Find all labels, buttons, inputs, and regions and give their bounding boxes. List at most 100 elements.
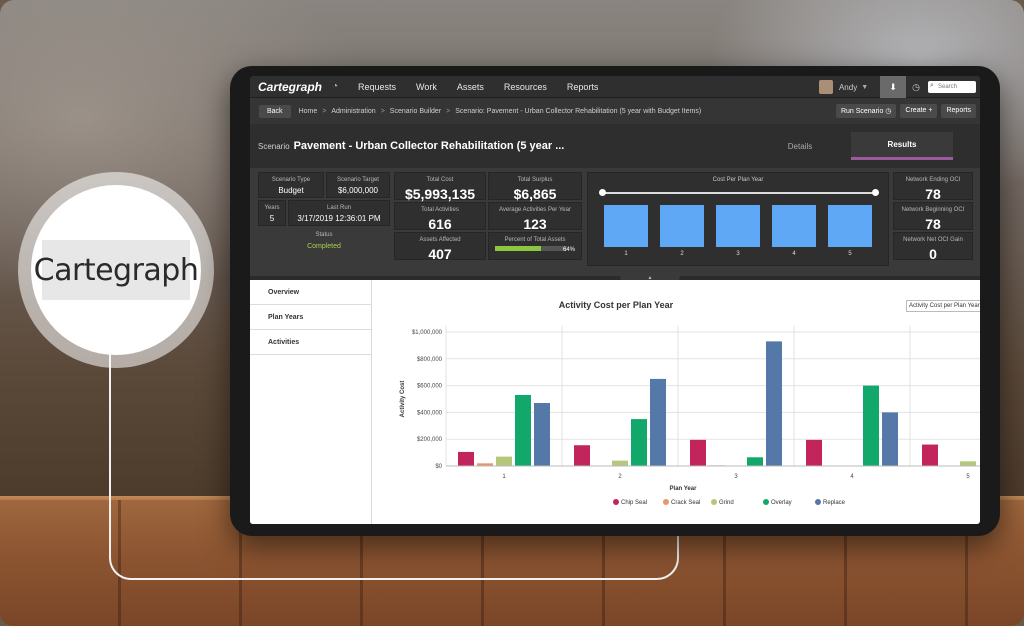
reports-button[interactable]: Reports [941,104,976,118]
years-value: 5 [269,214,275,223]
activity-cost-bar-chart: $0 $200,000 $400,000 $600,000 $800,000 $1,000… [400,326,980,506]
y-tick-label: $200,000 [417,437,443,443]
ending-oci-value: 78 [925,186,941,202]
legend-label[interactable]: Crack Seal [671,500,700,506]
scenario-tabs: Details Results [749,132,953,160]
legend-marker[interactable] [663,499,669,505]
net-oci-card: Network Net OCI Gain 0 [893,232,973,262]
run-scenario-button[interactable]: Run Scenario ◷ [835,104,897,118]
bar-grind[interactable] [612,460,628,466]
breadcrumb-scenario-builder[interactable]: Scenario Builder [390,108,441,115]
legend-label[interactable]: Overlay [771,500,792,506]
bar-chip-seal[interactable] [574,445,590,466]
legend-marker[interactable] [763,499,769,505]
slider-handle-start[interactable] [599,189,606,196]
breadcrumb-separator: > [380,107,385,115]
status-label: Status [315,232,333,238]
breadcrumb-administration[interactable]: Administration [331,108,375,115]
bar-replace[interactable] [650,378,666,466]
bar-grind[interactable] [496,456,512,466]
x-tick-label: 2 [618,474,622,480]
brand-logo[interactable]: Cartegraph [258,80,332,94]
year-range-slider[interactable] [599,189,879,196]
nav-resources[interactable]: Resources [504,82,547,92]
breadcrumb-current: Scenario: Pavement - Urban Collector Reh… [455,107,702,115]
legend-marker[interactable] [711,499,717,505]
tab-results[interactable]: Results [851,132,953,160]
bar-chip-seal[interactable] [922,444,938,466]
activity-cost-chart-panel: Activity Cost per Plan Year Activity Cos… [372,280,980,524]
scenario-actions: Run Scenario ◷ Create + Reports [835,104,980,118]
scenario-target-label: Scenario Target [337,177,379,183]
mini-chart-bar[interactable] [716,205,760,247]
avg-activities-card: Average Activities Per Year 123 [488,202,582,232]
legend-label[interactable]: Chip Seal [621,500,647,506]
tablet-device: Cartegraph ◔ Requests Work Assets Resour… [230,66,1000,536]
results-left-nav: Overview Plan Years Activities [250,280,372,524]
assets-affected-value: 407 [428,246,452,262]
legend-marker[interactable] [815,499,821,505]
percent-assets-progress [495,246,567,251]
mini-chart-bar[interactable] [660,205,704,247]
left-nav-activities[interactable]: Activities [250,330,371,355]
beginning-oci-value: 78 [925,216,941,232]
chevron-down-icon[interactable]: ▼ [861,84,868,91]
run-scenario-label: Run Scenario [840,108,884,115]
status-badge: Completed [307,243,341,250]
bar-overlay[interactable] [631,419,647,466]
breadcrumb-separator: > [322,107,327,115]
plus-icon: + [928,107,933,114]
beginning-oci-card: Network Beginning OCI 78 [893,202,973,232]
legend-label[interactable]: Replace [823,500,846,506]
bar-chip-seal[interactable] [806,439,822,466]
page-title: Pavement - Urban Collector Rehabilitatio… [293,140,565,152]
y-tick-label: $800,000 [417,357,443,363]
left-nav-overview[interactable]: Overview [250,280,371,305]
bar-overlay[interactable] [863,385,879,466]
breadcrumb-home[interactable]: Home [299,108,318,115]
legend-label[interactable]: Grind [719,500,734,506]
search-input[interactable]: ⌕ Search [928,81,976,93]
bar-chip-seal[interactable] [690,439,706,466]
mini-chart-tick-label: 5 [848,251,852,257]
y-tick-label: $600,000 [417,384,443,390]
legend-marker[interactable] [613,499,619,505]
scenario-target-value: $6,000,000 [337,186,379,195]
nav-right-group: Andy ▼ ⬇ ◷ ⌕ Search [818,76,980,98]
percent-assets-value: 64% [562,247,575,253]
bar-chip-seal[interactable] [458,451,474,466]
back-button[interactable]: Back [259,104,291,118]
slider-handle-end[interactable] [872,189,879,196]
mini-chart-bar[interactable] [604,205,648,247]
nav-assets[interactable]: Assets [457,82,484,92]
percent-assets-card: Percent of Total Assets 64% [488,232,582,260]
years-card: Years 5 [258,200,286,226]
y-tick-label: $400,000 [417,410,443,416]
user-name[interactable]: Andy [839,83,857,92]
bar-overlay[interactable] [515,394,531,466]
bar-replace[interactable] [534,403,550,466]
bar-replace[interactable] [766,341,782,466]
bar-overlay[interactable] [747,457,763,466]
pin-icon[interactable]: ⬇ [880,76,907,98]
clock-icon[interactable]: ◷ [912,82,920,93]
x-tick-label: 1 [502,474,506,480]
mini-chart-title: Cost Per Plan Year [712,177,764,183]
clock-icon: ◷ [885,108,892,115]
avatar[interactable] [818,80,833,94]
nav-requests[interactable]: Requests [358,82,396,92]
nav-reports[interactable]: Reports [567,82,599,92]
bar-replace[interactable] [882,412,898,466]
mini-chart-bar[interactable] [828,205,872,247]
bar-grind[interactable] [960,461,976,466]
left-nav-plan-years[interactable]: Plan Years [250,305,371,330]
nav-work[interactable]: Work [416,82,437,92]
dashboard-gauge-icon[interactable]: ◔ [332,81,358,92]
background-scene: Cartegraph Cartegraph ◔ Requests Work As… [0,0,1024,626]
ending-oci-label: Network Ending OCI [905,177,961,183]
tab-details[interactable]: Details [749,132,851,160]
total-surplus-card: Total Surplus $6,865 [488,172,582,202]
mini-chart-bar[interactable] [772,205,816,247]
mini-chart-tick-label: 1 [624,251,628,257]
create-button[interactable]: Create + [900,104,938,118]
